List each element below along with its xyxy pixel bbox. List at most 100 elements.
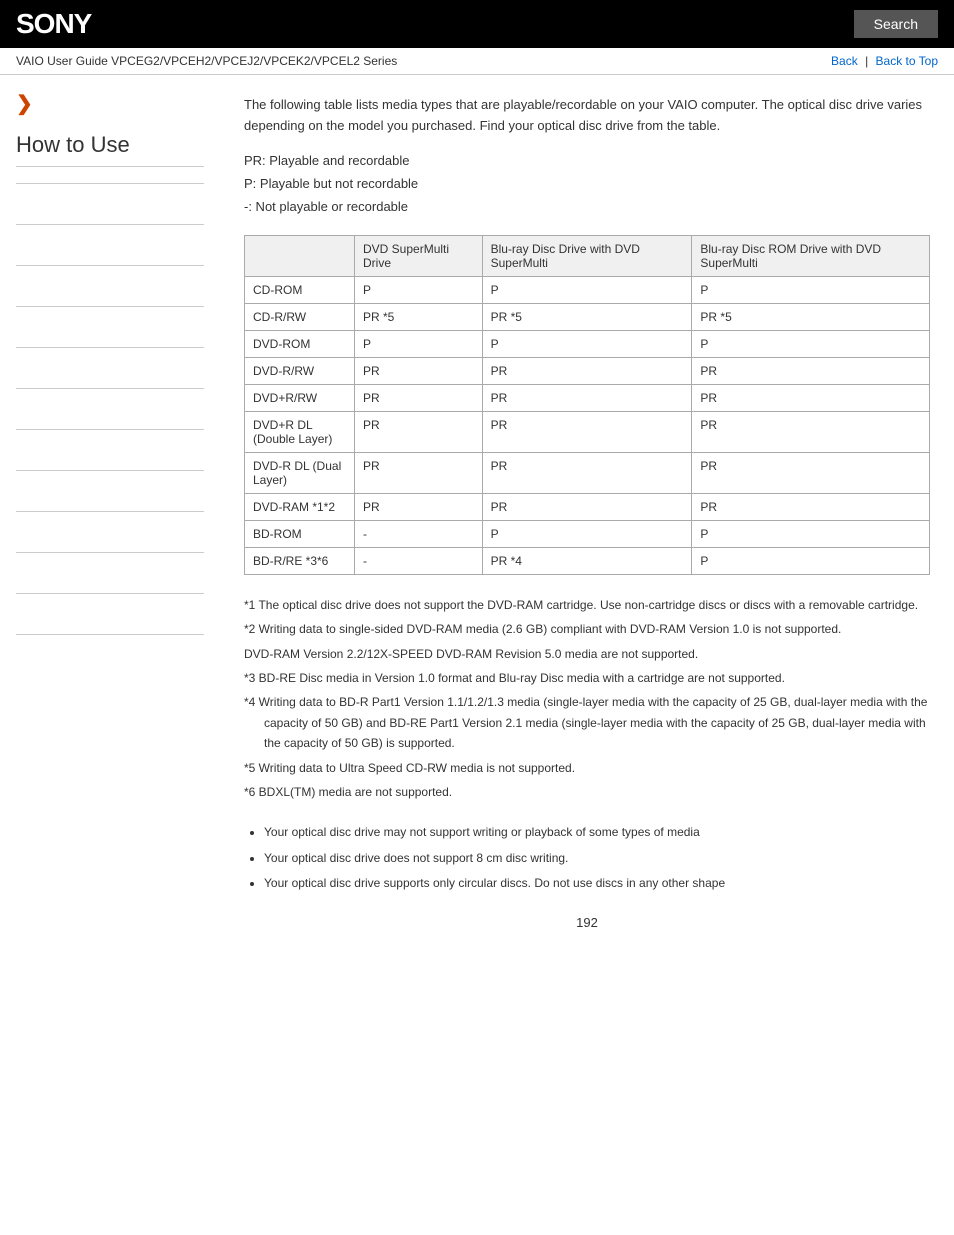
sidebar-item-8[interactable] (16, 479, 204, 503)
media-value-cell: PR (692, 452, 930, 493)
media-type-cell: BD-R/RE *3*6 (245, 547, 355, 574)
table-row: DVD+R DL (Double Layer)PRPRPR (245, 411, 930, 452)
media-value-cell: PR (692, 384, 930, 411)
sony-logo: SONY (16, 8, 91, 40)
sidebar-item-1[interactable] (16, 192, 204, 216)
sidebar-divider-12 (16, 634, 204, 635)
sidebar-divider-2 (16, 224, 204, 225)
media-value-cell: PR *5 (355, 303, 483, 330)
table-row: BD-ROM-PP (245, 520, 930, 547)
media-value-cell: PR (482, 384, 692, 411)
search-button[interactable]: Search (854, 10, 938, 38)
sidebar-item-4[interactable] (16, 315, 204, 339)
legend: PR: Playable and recordable P: Playable … (244, 149, 930, 219)
media-value-cell: P (355, 276, 483, 303)
media-table: DVD SuperMulti Drive Blu-ray Disc Drive … (244, 235, 930, 575)
media-value-cell: - (355, 547, 483, 574)
media-value-cell: - (355, 520, 483, 547)
col-header-dvd-supermulti: DVD SuperMulti Drive (355, 235, 483, 276)
media-type-cell: DVD+R DL (Double Layer) (245, 411, 355, 452)
table-row: DVD-RAM *1*2PRPRPR (245, 493, 930, 520)
footnote-item: DVD-RAM Version 2.2/12X-SPEED DVD-RAM Re… (244, 644, 930, 664)
sidebar-divider-11 (16, 593, 204, 594)
media-value-cell: PR (692, 411, 930, 452)
header: SONY Search (0, 0, 954, 48)
bullet-list: Your optical disc drive may not support … (244, 822, 930, 895)
table-row: BD-R/RE *3*6-PR *4P (245, 547, 930, 574)
media-value-cell: PR (482, 452, 692, 493)
table-row: DVD-R/RWPRPRPR (245, 357, 930, 384)
table-header-row: DVD SuperMulti Drive Blu-ray Disc Drive … (245, 235, 930, 276)
media-value-cell: PR (692, 493, 930, 520)
separator: | (865, 54, 871, 68)
sidebar-item-10[interactable] (16, 561, 204, 585)
media-type-cell: DVD+R/RW (245, 384, 355, 411)
sidebar-divider-10 (16, 552, 204, 553)
sidebar-item-11[interactable] (16, 602, 204, 626)
footnote-item: *1 The optical disc drive does not suppo… (244, 595, 930, 615)
media-type-cell: DVD-RAM *1*2 (245, 493, 355, 520)
media-value-cell: PR *4 (482, 547, 692, 574)
table-row: CD-R/RWPR *5PR *5PR *5 (245, 303, 930, 330)
footnote-item: *6 BDXL(TM) media are not supported. (244, 782, 930, 802)
table-row: DVD-ROMPPP (245, 330, 930, 357)
legend-p: P: Playable but not recordable (244, 172, 930, 195)
back-to-top-link[interactable]: Back to Top (876, 54, 938, 68)
media-type-cell: DVD-ROM (245, 330, 355, 357)
media-value-cell: P (692, 276, 930, 303)
footnotes: *1 The optical disc drive does not suppo… (244, 595, 930, 803)
media-value-cell: P (482, 330, 692, 357)
content-area: The following table lists media types th… (220, 75, 954, 970)
sidebar-item-7[interactable] (16, 438, 204, 462)
media-type-cell: DVD-R DL (Dual Layer) (245, 452, 355, 493)
table-row: DVD-R DL (Dual Layer)PRPRPR (245, 452, 930, 493)
back-link[interactable]: Back (831, 54, 858, 68)
media-value-cell: PR *5 (482, 303, 692, 330)
legend-pr: PR: Playable and recordable (244, 149, 930, 172)
breadcrumb: VAIO User Guide VPCEG2/VPCEH2/VPCEJ2/VPC… (16, 54, 397, 68)
sidebar-divider-6 (16, 388, 204, 389)
table-row: DVD+R/RWPRPRPR (245, 384, 930, 411)
sidebar-item-3[interactable] (16, 274, 204, 298)
intro-text: The following table lists media types th… (244, 95, 930, 137)
media-value-cell: PR (355, 357, 483, 384)
legend-dash: -: Not playable or recordable (244, 195, 930, 218)
nav-links: Back | Back to Top (831, 54, 938, 68)
sidebar-item-5[interactable] (16, 356, 204, 380)
footnote-item: *4 Writing data to BD-R Part1 Version 1.… (244, 692, 930, 753)
media-value-cell: PR (482, 357, 692, 384)
sidebar-divider-3 (16, 265, 204, 266)
footnote-item: *5 Writing data to Ultra Speed CD-RW med… (244, 758, 930, 778)
col-header-bluray-rom: Blu-ray Disc ROM Drive with DVD SuperMul… (692, 235, 930, 276)
table-row: CD-ROMPPP (245, 276, 930, 303)
media-value-cell: PR (482, 411, 692, 452)
bullet-item: Your optical disc drive supports only ci… (264, 873, 930, 895)
media-type-cell: DVD-R/RW (245, 357, 355, 384)
media-type-cell: CD-R/RW (245, 303, 355, 330)
media-value-cell: PR (482, 493, 692, 520)
footnote-item: *3 BD-RE Disc media in Version 1.0 forma… (244, 668, 930, 688)
media-value-cell: P (692, 330, 930, 357)
media-value-cell: PR (355, 493, 483, 520)
media-value-cell: PR (692, 357, 930, 384)
media-value-cell: P (692, 520, 930, 547)
sidebar-item-2[interactable] (16, 233, 204, 257)
media-value-cell: PR (355, 384, 483, 411)
media-value-cell: P (355, 330, 483, 357)
col-header-bluray-dvd: Blu-ray Disc Drive with DVD SuperMulti (482, 235, 692, 276)
col-header-empty (245, 235, 355, 276)
expand-arrow-icon[interactable]: ❯ (16, 91, 204, 116)
sidebar-divider-4 (16, 306, 204, 307)
sidebar-item-6[interactable] (16, 397, 204, 421)
media-value-cell: P (692, 547, 930, 574)
sidebar-divider-5 (16, 347, 204, 348)
media-value-cell: PR *5 (692, 303, 930, 330)
media-value-cell: P (482, 276, 692, 303)
how-to-use-title: How to Use (16, 132, 204, 167)
page-number: 192 (244, 915, 930, 950)
sidebar-divider-9 (16, 511, 204, 512)
media-value-cell: PR (355, 452, 483, 493)
main-layout: ❯ How to Use The following table lists m… (0, 75, 954, 970)
sidebar: ❯ How to Use (0, 75, 220, 970)
sidebar-item-9[interactable] (16, 520, 204, 544)
